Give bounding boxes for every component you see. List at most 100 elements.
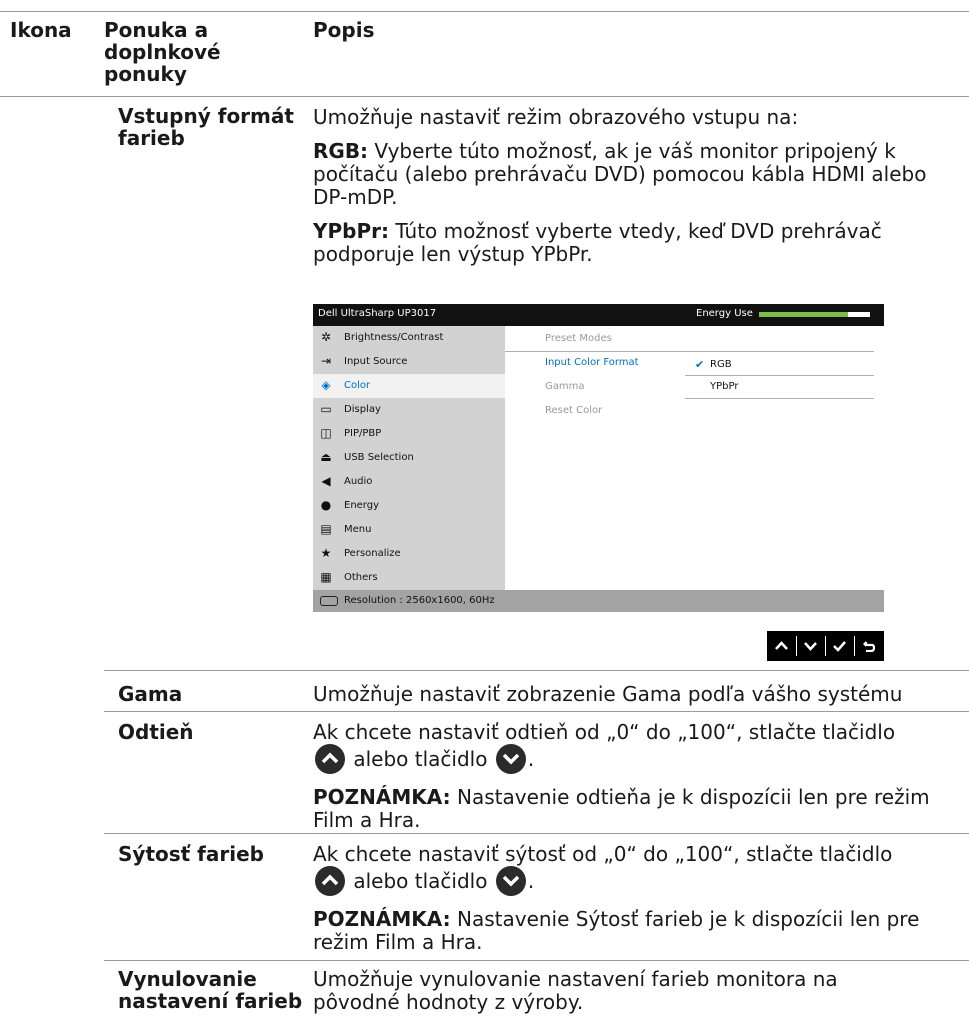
row-label-odtien: Odtieň xyxy=(118,720,194,744)
note-term: POZNÁMKA: xyxy=(313,907,451,931)
row-label-vynulovanie: Vynulovanie nastavení farieb xyxy=(118,967,303,1013)
menu-item-personalize[interactable]: ★ Personalize xyxy=(313,542,505,566)
usb-icon: ⏏ xyxy=(320,450,332,464)
sun-icon: ✲ xyxy=(320,330,332,344)
row-desc-gama: Umožňuje nastaviť zobrazenie Gama podľa … xyxy=(313,682,903,706)
option-divider xyxy=(685,398,874,399)
row-desc-vynulovanie: Umožňuje vynulovanie nastavení farieb mo… xyxy=(313,967,838,1014)
submenu-preset-modes[interactable]: Preset Modes xyxy=(545,333,612,344)
option-ypbpr[interactable]: YPbPr xyxy=(710,381,738,392)
menu-item-label: Color xyxy=(344,380,371,391)
top-rule xyxy=(0,11,969,12)
menu-item-label: Brightness/Contrast xyxy=(344,332,444,343)
menu-item-menu[interactable]: ▤ Menu xyxy=(313,518,505,542)
osd-menu-screenshot: Dell UltraSharp UP3017 Energy Use ✲ Brigh… xyxy=(313,304,884,612)
check-icon xyxy=(833,641,846,652)
submenu-gamma[interactable]: Gamma xyxy=(545,381,585,392)
row-rule xyxy=(104,833,969,834)
down-circle-icon xyxy=(495,866,526,896)
osd-submenu-panel: Preset Modes Input Color Format ✔ RGB Ga… xyxy=(505,326,884,590)
menu-item-label: Audio xyxy=(344,476,373,487)
submenu-input-color-format[interactable]: Input Color Format xyxy=(545,357,639,368)
menu-item-display[interactable]: ▭ Display xyxy=(313,398,505,422)
confirm-button[interactable] xyxy=(825,631,854,661)
menu-item-label: USB Selection xyxy=(344,452,414,463)
ypbpr-text: Túto možnosť vyberte vtedy, keď DVD preh… xyxy=(313,219,882,266)
menu-item-label: Personalize xyxy=(344,548,401,559)
input-source-icon: ⇥ xyxy=(320,354,332,368)
row-label-input-color-format: Vstupný formát farieb xyxy=(118,104,294,150)
row-label-sytost: Sýtosť farieb xyxy=(118,842,264,866)
up-circle-icon xyxy=(315,866,345,896)
energy-icon: ● xyxy=(320,498,332,512)
check-icon: ✔ xyxy=(695,358,705,371)
submenu-divider xyxy=(505,351,874,352)
back-icon xyxy=(863,641,875,652)
sytost-text-a: Ak chcete nastaviť sýtosť od „0“ do „100… xyxy=(313,842,893,866)
row-rule xyxy=(104,711,969,712)
menu-item-energy[interactable]: ● Energy xyxy=(313,494,505,518)
odtien-text-a: Ak chcete nastaviť odtieň od „0“ do „100… xyxy=(313,720,896,744)
sytost-instruction: Ak chcete nastaviť sýtosť od „0“ do „100… xyxy=(313,843,963,896)
osd-main-menu: ✲ Brightness/Contrast ⇥ Input Source ◈ Colo… xyxy=(313,326,505,590)
odtien-instruction: Ak chcete nastaviť odtieň od „0“ do „100… xyxy=(313,721,963,774)
menu-item-label: Input Source xyxy=(344,356,408,367)
rgb-text: Vyberte túto možnosť, ak je váš monitor … xyxy=(313,139,927,209)
up-button[interactable] xyxy=(767,631,796,661)
menu-item-pip-pbp[interactable]: ◫ PIP/PBP xyxy=(313,422,505,446)
header-menu-col: Ponuka a doplnkové ponuky xyxy=(104,18,221,86)
row-label-gama: Gama xyxy=(118,682,183,706)
row-desc-odtien: Ak chcete nastaviť odtieň od „0“ do „100… xyxy=(313,721,963,832)
header-rule xyxy=(0,96,969,97)
rgb-term: RGB: xyxy=(313,139,369,163)
ypbpr-term: YPbPr: xyxy=(313,219,389,243)
display-icon: ▭ xyxy=(320,402,332,416)
odtien-text-b: alebo tlačidlo xyxy=(353,747,488,771)
resolution-text: Resolution : 2560x1600, 60Hz xyxy=(344,595,495,606)
up-icon xyxy=(775,641,788,650)
energy-use-fill xyxy=(759,312,848,317)
menu-item-label: Menu xyxy=(344,524,372,535)
header-desc-col: Popis xyxy=(313,18,375,42)
odtien-note: POZNÁMKA: Nastavenie odtieňa je k dispoz… xyxy=(313,786,963,832)
energy-use-bar xyxy=(759,312,870,317)
menu-item-label: Display xyxy=(344,404,381,415)
option-rgb[interactable]: RGB xyxy=(710,359,732,370)
down-button[interactable] xyxy=(796,631,825,661)
menu-item-label: PIP/PBP xyxy=(344,428,382,439)
sytost-note: POZNÁMKA: Nastavenie Sýtosť farieb je k … xyxy=(313,908,963,954)
submenu-reset-color[interactable]: Reset Color xyxy=(545,405,602,416)
menu-item-label: Energy xyxy=(344,500,380,511)
sytost-text-b: alebo tlačidlo xyxy=(353,869,488,893)
osd-title: Dell UltraSharp UP3017 xyxy=(318,308,437,319)
speaker-icon: ◀ xyxy=(321,474,331,488)
menu-item-brightness-contrast[interactable]: ✲ Brightness/Contrast xyxy=(313,326,505,350)
menu-item-audio[interactable]: ◀ Audio xyxy=(313,470,505,494)
row-desc-input-color-format: Umožňuje nastaviť režim obrazového vstup… xyxy=(313,106,963,266)
resolution-icon xyxy=(320,596,338,606)
ypbpr-paragraph: YPbPr: Túto možnosť vyberte vtedy, keď D… xyxy=(313,220,963,266)
menu-item-label: Others xyxy=(344,572,378,583)
menu-item-color[interactable]: ◈ Color xyxy=(313,374,505,398)
menu-item-input-source[interactable]: ⇥ Input Source xyxy=(313,350,505,374)
menu-item-others[interactable]: ▦ Others xyxy=(313,566,505,590)
option-divider xyxy=(685,375,874,376)
row-desc-sytost: Ak chcete nastaviť sýtosť od „0“ do „100… xyxy=(313,843,963,954)
color-icon: ◈ xyxy=(321,378,331,392)
header-icon-col: Ikona xyxy=(10,18,72,42)
up-circle-icon xyxy=(315,744,345,774)
row-rule xyxy=(104,670,969,671)
odtien-text-c: . xyxy=(527,747,535,771)
down-circle-icon xyxy=(495,744,526,774)
down-icon xyxy=(804,642,817,651)
pip-icon: ◫ xyxy=(320,426,332,440)
back-button[interactable] xyxy=(854,631,883,661)
osd-title-bar: Dell UltraSharp UP3017 Energy Use xyxy=(313,304,884,326)
others-icon: ▦ xyxy=(320,570,332,584)
menu-item-usb-selection[interactable]: ⏏ USB Selection xyxy=(313,446,505,470)
row-rule xyxy=(104,960,969,961)
rgb-paragraph: RGB: Vyberte túto možnosť, ak je váš mon… xyxy=(313,140,963,209)
sytost-text-c: . xyxy=(527,869,535,893)
osd-status-bar: Resolution : 2560x1600, 60Hz xyxy=(313,590,884,612)
star-icon: ★ xyxy=(320,546,332,560)
